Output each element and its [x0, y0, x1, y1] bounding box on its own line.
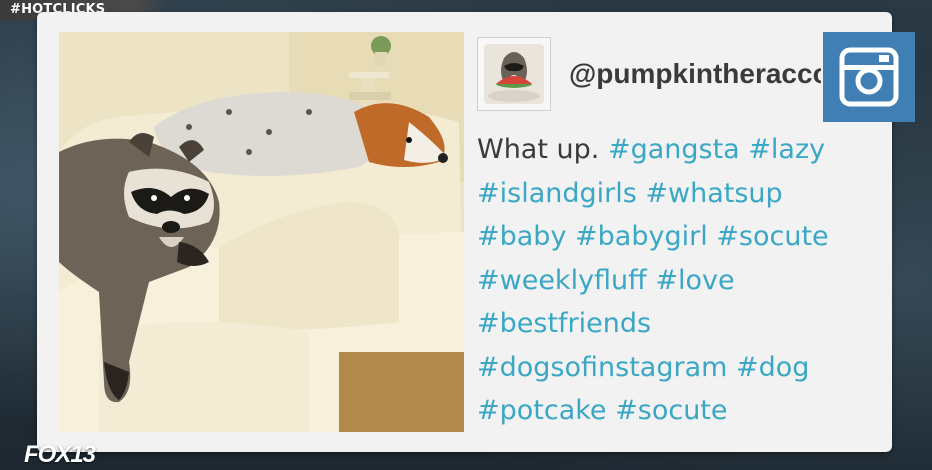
caption-line: What up. #gangsta #lazy [477, 128, 877, 172]
instagram-badge [823, 32, 915, 122]
instagram-post-card: @pumpkintheraccoon What up. #gangsta #la… [37, 12, 915, 452]
instagram-camera-icon [839, 47, 899, 107]
caption-line: #weeklyfluff #love [477, 259, 877, 303]
station-logo: FOX13 [24, 441, 96, 468]
hashtag-link[interactable]: #dog [736, 352, 809, 383]
hashtag-link[interactable]: #baby [477, 221, 566, 252]
hashtag-link[interactable]: #love [655, 265, 734, 296]
user-avatar[interactable] [477, 37, 551, 111]
post-author-handle[interactable]: @pumpkintheraccoon [569, 54, 821, 94]
hashtag-link[interactable]: #socute [716, 221, 828, 252]
hashtag-link[interactable]: #dogsofinstagram [477, 352, 727, 383]
caption-text: What up. [477, 134, 600, 165]
caption-line: #baby #babygirl #socute [477, 215, 877, 259]
hashtag-link[interactable]: #potcake [477, 395, 607, 426]
hashtag-link[interactable]: #islandgirls [477, 178, 637, 209]
hashtag-link[interactable]: #whatsup [645, 178, 782, 209]
hashtag-link[interactable]: #socute [615, 395, 727, 426]
hashtag-link[interactable]: #babygirl [575, 221, 708, 252]
raccoon-dog-photo-image [59, 32, 464, 432]
post-photo[interactable] [59, 32, 464, 432]
hashtag-link[interactable]: #weeklyfluff [477, 265, 647, 296]
caption-line: #bestfriends [477, 302, 877, 346]
raccoon-with-watermelon-avatar-icon [478, 38, 550, 110]
caption-line: #dogsofinstagram #dog [477, 346, 877, 390]
caption-line: #islandgirls #whatsup [477, 172, 877, 216]
caption-line: #potcake #socute [477, 389, 877, 433]
hashtag-link[interactable]: #gangsta [608, 134, 740, 165]
hashtag-link[interactable]: #bestfriends [477, 308, 651, 339]
post-caption: What up. #gangsta #lazy #islandgirls #wh… [477, 128, 877, 433]
hashtag-link[interactable]: #lazy [748, 134, 825, 165]
